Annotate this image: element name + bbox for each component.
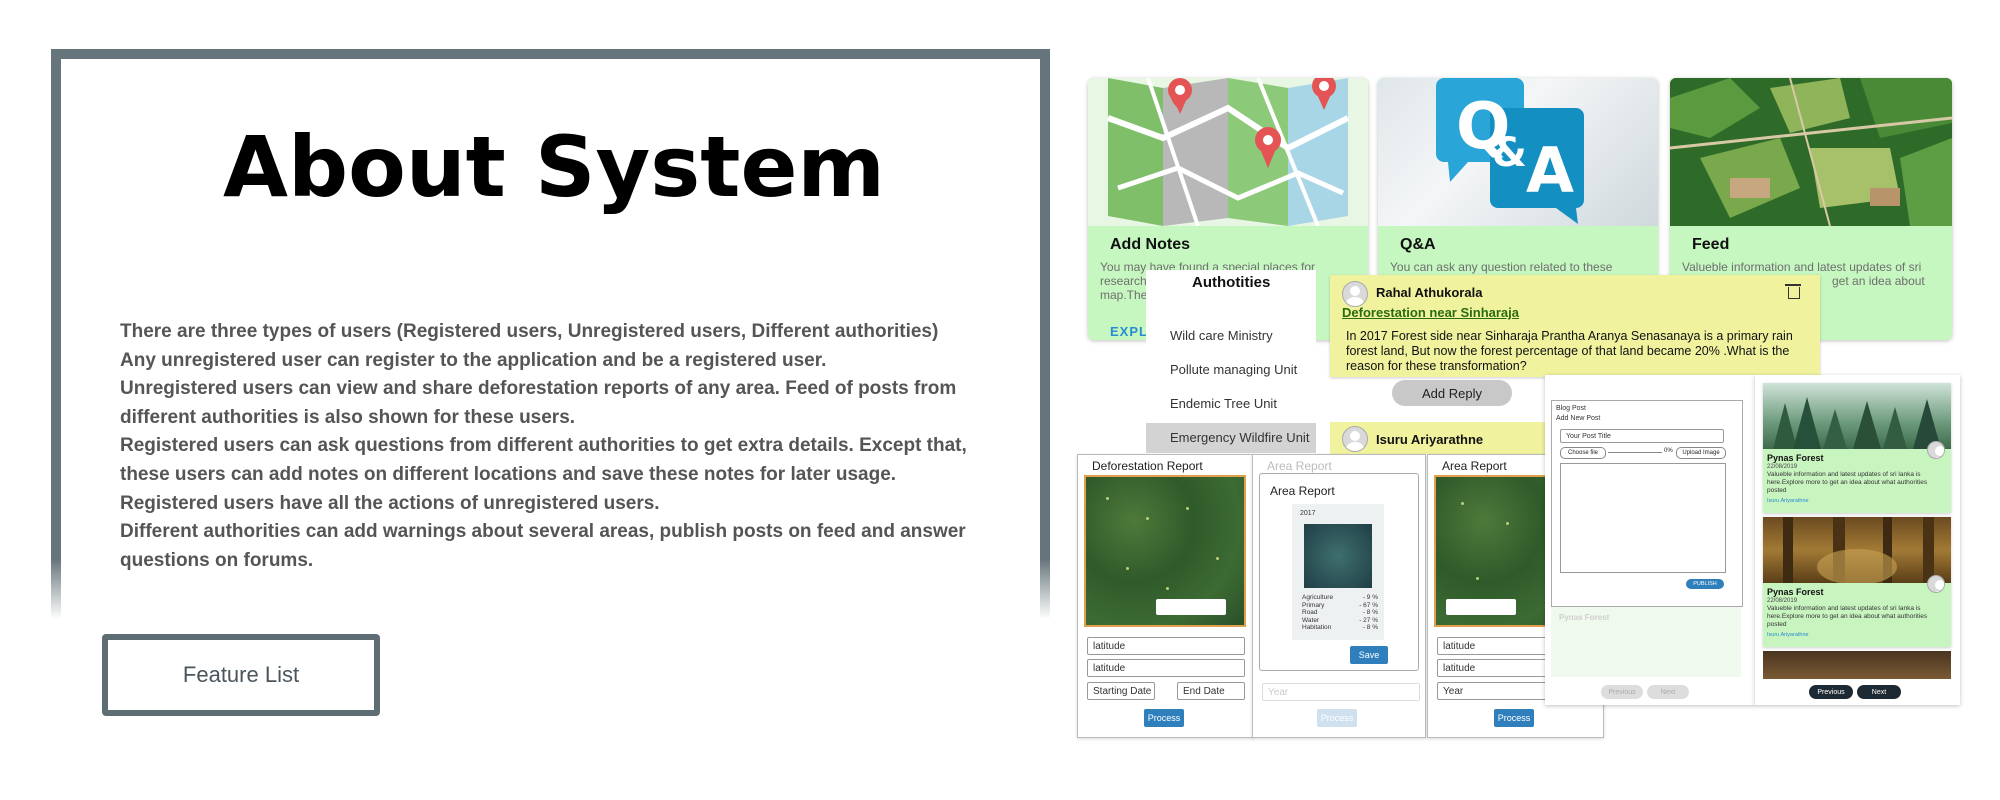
feed-item[interactable]: Pynas Forest 22/08/2019 Valueble informa… xyxy=(1763,517,1951,647)
previous-button-faded[interactable]: Previous xyxy=(1601,685,1643,699)
authority-item[interactable]: Pollute managing Unit xyxy=(1170,362,1297,377)
feed-item-author[interactable]: Isuru Ariyarathne xyxy=(1767,498,1809,504)
satellite-map[interactable] xyxy=(1084,475,1246,627)
card-description: You can ask any question related to thes… xyxy=(1390,260,1613,274)
next-button-faded[interactable]: Next xyxy=(1647,685,1689,699)
post-title-input[interactable]: Your Post Title xyxy=(1560,429,1724,443)
about-paragraph: There are three types of users (Register… xyxy=(120,321,939,342)
about-description: There are three types of users (Register… xyxy=(120,318,1000,575)
about-paragraph: Registered users have all the actions of… xyxy=(120,492,660,514)
avatar xyxy=(1927,575,1945,593)
publish-button[interactable]: PUBLISH xyxy=(1686,579,1724,589)
card-title: Add Notes xyxy=(1110,236,1190,253)
question-author: Rahal Athukorala xyxy=(1376,285,1483,300)
feed-item-date: 22/08/2019 xyxy=(1767,464,1798,470)
card-title: Q&A xyxy=(1400,236,1436,253)
year-input-faded[interactable]: Year xyxy=(1262,683,1420,701)
area-stats: Agriculture - 9 % Primary - 67 % Road - … xyxy=(1302,594,1378,631)
authority-item[interactable]: Wild care Ministry xyxy=(1170,328,1273,343)
upload-progress: 0% xyxy=(1664,448,1673,454)
previous-button[interactable]: Previous xyxy=(1809,685,1853,699)
report-title: Deforestation Report xyxy=(1092,459,1203,473)
about-paragraph: Different authorities can add warnings a… xyxy=(120,521,966,571)
area-report-title: Area Report xyxy=(1270,484,1335,498)
feed-item-author[interactable]: Isuru Ariyarathne xyxy=(1767,632,1809,638)
avatar xyxy=(1342,426,1368,452)
question-subject[interactable]: Deforestation near Sinharaja xyxy=(1342,305,1519,320)
question-body: In 2017 Forest side near Sinharaja Prant… xyxy=(1346,329,1793,373)
feed-item-description: Valueble information and latest updates … xyxy=(1767,605,1928,628)
end-date-input[interactable]: End Date xyxy=(1177,682,1245,700)
card-title: Feed xyxy=(1692,236,1730,253)
qa-logo-a: A xyxy=(1526,134,1574,207)
about-paragraph: Any unregistered user can register to th… xyxy=(120,349,827,371)
feature-list-button[interactable]: Feature List xyxy=(102,634,380,716)
report-title-faded: Area Report xyxy=(1267,459,1332,473)
choose-file-button[interactable]: Choose file xyxy=(1560,447,1606,459)
authorities-panel: Authotities Wild care Ministry Pollute m… xyxy=(1146,270,1316,453)
blog-post-panel: Blog Post Add New Post Your Post Title C… xyxy=(1545,375,1755,705)
process-button[interactable]: Process xyxy=(1144,709,1184,727)
process-button[interactable]: Process xyxy=(1494,709,1534,727)
feed-item-date: 22/08/2019 xyxy=(1767,598,1798,604)
page-title: About System xyxy=(223,118,885,216)
upload-progress-bar xyxy=(1608,452,1662,453)
forest-image xyxy=(1763,383,1951,449)
feed-item-description: Valueble information and latest updates … xyxy=(1767,471,1928,494)
faded-feed-title: Pynas Forest xyxy=(1559,613,1610,622)
process-button-faded[interactable]: Process xyxy=(1317,709,1357,727)
feed-item-title: Pynas Forest xyxy=(1767,453,1824,463)
latitude-input[interactable]: latitude xyxy=(1087,637,1245,655)
upload-image-button[interactable]: Upload Image xyxy=(1676,447,1726,459)
map-image xyxy=(1088,78,1368,226)
blog-header: Blog Post xyxy=(1556,405,1586,412)
authority-item-selected[interactable]: Emergency Wildfire Unit xyxy=(1146,423,1316,453)
delete-icon[interactable] xyxy=(1785,284,1801,299)
question-card: Isuru Ariyarathne xyxy=(1330,422,1550,454)
area-image xyxy=(1304,524,1372,588)
authorities-header: Authotities xyxy=(1192,274,1271,291)
area-year: 2017 xyxy=(1300,510,1316,517)
question-author: Isuru Ariyarathne xyxy=(1376,432,1484,447)
forest-image xyxy=(1763,517,1951,585)
add-reply-button[interactable]: Add Reply xyxy=(1392,380,1512,406)
about-paragraph: Registered users can ask questions from … xyxy=(120,435,967,485)
deforestation-report-panel: Deforestation Report latitude latitude S… xyxy=(1077,454,1254,738)
about-paragraph: Unregistered users can view and share de… xyxy=(120,378,957,428)
avatar xyxy=(1927,441,1945,459)
post-body-editor[interactable] xyxy=(1560,463,1726,573)
authority-item[interactable]: Endemic Tree Unit xyxy=(1170,396,1277,411)
start-date-input[interactable]: Starting Date xyxy=(1087,682,1155,700)
feed-item-title: Pynas Forest xyxy=(1767,587,1824,597)
area-report-panel: Area Report Area Report 2017 Agriculture… xyxy=(1252,454,1426,738)
avatar xyxy=(1342,281,1368,307)
satellite-image xyxy=(1670,78,1952,226)
question-card: Rahal Athukorala Deforestation near Sinh… xyxy=(1330,275,1820,406)
qa-logo-image: Q & A xyxy=(1378,78,1658,226)
forest-image xyxy=(1763,651,1951,679)
qa-logo-amp: & xyxy=(1492,130,1527,176)
report-title: Area Report xyxy=(1442,459,1507,473)
latitude-input[interactable]: latitude xyxy=(1087,659,1245,677)
next-button[interactable]: Next xyxy=(1857,685,1901,699)
blog-subheader: Add New Post xyxy=(1556,415,1601,422)
save-button[interactable]: Save xyxy=(1350,646,1388,664)
feed-item[interactable]: Pynas Forest 22/08/2019 Valueble informa… xyxy=(1763,383,1951,513)
feed-list-panel: Pynas Forest 22/08/2019 Valueble informa… xyxy=(1755,375,1960,705)
qa-card[interactable]: Q & A Q&A You can ask any question relat… xyxy=(1378,78,1658,278)
